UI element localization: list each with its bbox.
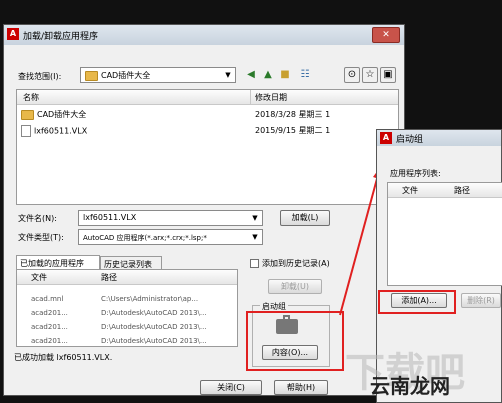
column-file[interactable]: 文件	[402, 185, 418, 196]
column-path[interactable]: 路径	[454, 185, 470, 196]
remove-button[interactable]: 删除(R)	[461, 293, 501, 308]
app-list-label: 应用程序列表:	[390, 169, 441, 178]
startup-title-bar: A 启动组	[377, 130, 501, 146]
brand-watermark: 云南龙网	[370, 374, 450, 398]
startup-list-header: 文件 路径	[388, 183, 502, 198]
highlight-box	[378, 290, 456, 314]
autocad-logo-icon: A	[380, 132, 392, 144]
startup-app-list[interactable]: 文件 路径	[387, 182, 502, 286]
startup-dialog-title: 启动组	[396, 135, 424, 145]
